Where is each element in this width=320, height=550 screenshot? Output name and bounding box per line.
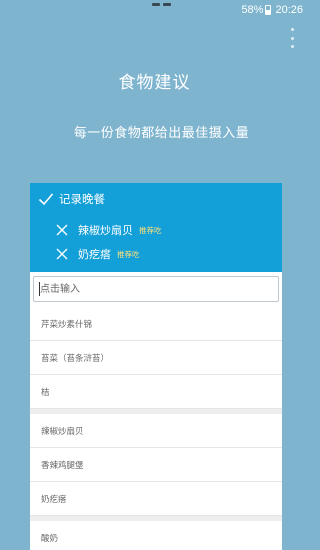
status-notification-icons bbox=[152, 3, 182, 6]
meal-card: 记录晚餐 辣椒炒扇贝 推荐吃 奶疙瘩 推荐吃 芹菜炒素什锦 苔菜（苔条浒苔） 桔… bbox=[30, 183, 282, 550]
page-title: 食物建议 bbox=[118, 73, 191, 93]
selected-food-item: 辣椒炒扇贝 推荐吃 bbox=[56, 222, 162, 238]
more-vert-icon[interactable] bbox=[289, 28, 295, 48]
food-search-input[interactable] bbox=[33, 276, 279, 302]
suggestion-item[interactable]: 香辣鸡腿堡 bbox=[30, 448, 282, 482]
meal-record-row[interactable]: 记录晚餐 bbox=[38, 191, 105, 207]
selected-food-name: 奶疙瘩 bbox=[78, 248, 111, 261]
close-icon[interactable] bbox=[56, 248, 68, 260]
meal-label: 记录晚餐 bbox=[59, 192, 105, 206]
suggestion-item[interactable]: 桔 bbox=[30, 375, 282, 409]
meal-card-header: 记录晚餐 辣椒炒扇贝 推荐吃 奶疙瘩 推荐吃 bbox=[30, 183, 282, 272]
selected-food-item: 奶疙瘩 推荐吃 bbox=[56, 246, 140, 262]
suggestion-item[interactable]: 苔菜（苔条浒苔） bbox=[30, 341, 282, 375]
text-cursor bbox=[39, 282, 40, 296]
close-icon[interactable] bbox=[56, 224, 68, 236]
clock: 20:26 bbox=[275, 4, 303, 16]
recommend-tag: 推荐吃 bbox=[139, 225, 162, 235]
battery-icon bbox=[265, 5, 272, 15]
check-icon bbox=[38, 193, 54, 206]
suggestion-item[interactable]: 辣椒炒扇贝 bbox=[30, 414, 282, 448]
battery-level: 58% bbox=[241, 4, 264, 16]
selected-food-name: 辣椒炒扇贝 bbox=[78, 224, 133, 237]
recommend-tag: 推荐吃 bbox=[117, 249, 140, 259]
suggestion-item[interactable]: 奶疙瘩 bbox=[30, 482, 282, 516]
status-bar: 58% 20:26 bbox=[0, 0, 309, 20]
suggestion-item[interactable]: 酸奶 bbox=[30, 521, 282, 550]
page-subtitle: 每一份食物都给出最佳摄入量 bbox=[73, 126, 250, 141]
suggestion-list: 芹菜炒素什锦 苔菜（苔条浒苔） 桔 辣椒炒扇贝 香辣鸡腿堡 奶疙瘩 酸奶 bbox=[30, 307, 282, 550]
suggestion-item[interactable]: 芹菜炒素什锦 bbox=[30, 307, 282, 341]
